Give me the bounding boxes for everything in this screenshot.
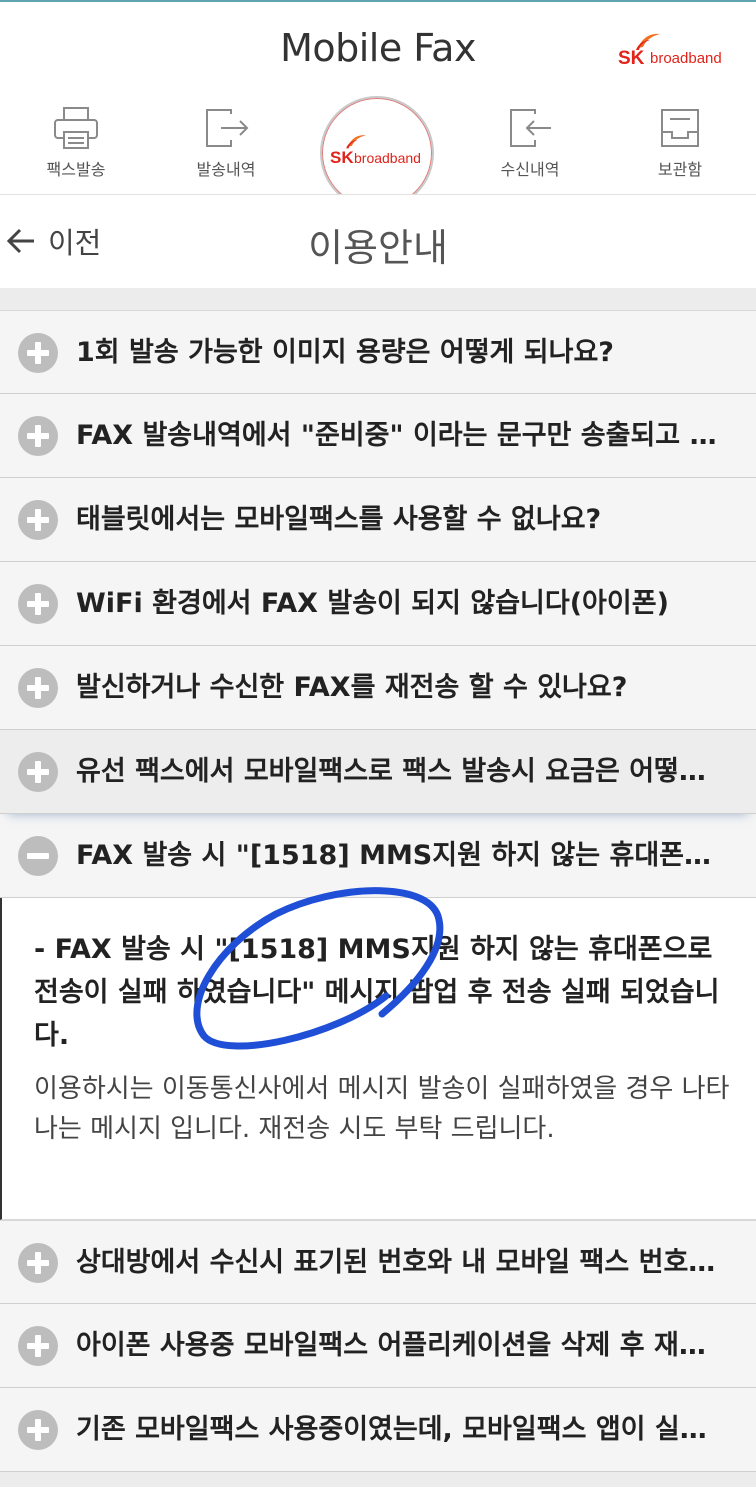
expand-plus-icon (18, 1326, 58, 1366)
center-broadband-text: broadband (354, 150, 421, 166)
nav-label-receive-history: 수신내역 (500, 160, 560, 179)
nav-item-archive[interactable]: 보관함 (620, 106, 740, 186)
answer-body: 이용하시는 이동통신사에서 메시지 발송이 실패하였을 경우 나타나는 메시지 … (34, 1074, 730, 1144)
nav-label-send-history: 발송내역 (196, 160, 256, 179)
expand-plus-icon (18, 752, 58, 792)
expand-plus-icon (18, 1410, 58, 1450)
nav-item-fax-send[interactable]: 팩스발송 (16, 106, 136, 186)
faq-answer: - FAX 발송 시 "[1518] MMS지원 하지 않는 휴대폰으로 전송이… (0, 887, 756, 1220)
faq-question: 유선 팩스에서 모바일팩스로 팩스 발송시 요금은 어떻게 되나요 (76, 756, 726, 787)
faq-item[interactable]: 1회 발송 가능한 이미지 용량은 어떻게 되나요? (0, 310, 756, 394)
brand-sk-text: SK (618, 48, 645, 69)
nav-label-fax-send: 팩스발송 (46, 160, 106, 179)
printer-icon (54, 107, 98, 149)
archive-box-icon (661, 109, 699, 147)
expand-plus-icon (18, 584, 58, 624)
center-sk-text: SK (330, 148, 354, 167)
faq-question: 발신하거나 수신한 FAX를 재전송 할 수 있나요? (76, 672, 628, 703)
nav-label-archive: 보관함 (657, 160, 703, 179)
sk-broadband-logo: SK broadband (618, 30, 728, 70)
page-subheader: 이전 이용안내 (0, 194, 756, 288)
faq-question: FAX 발송내역에서 "준비중" 이라는 문구만 송출되고 있어요 (76, 420, 726, 451)
expand-plus-icon (18, 1243, 58, 1283)
faq-item[interactable]: 태블릿에서는 모바일팩스를 사용할 수 없나요? (0, 478, 756, 562)
send-history-icon (206, 109, 249, 147)
brand-broadband-text: broadband (650, 50, 722, 67)
nav-item-send-history[interactable]: 발송내역 (166, 106, 286, 186)
faq-question: 기존 모바일팩스 사용중이였는데, 모바일팩스 앱이 실행되지 않아요 (76, 1414, 726, 1445)
faq-item-expanded[interactable]: FAX 발송 시 "[1518] MMS지원 하지 않는 휴대폰으로 전송이 실… (0, 814, 756, 898)
faq-question: 태블릿에서는 모바일팩스를 사용할 수 없나요? (76, 504, 602, 535)
faq-question: 상대방에서 수신시 표기된 번호와 내 모바일 팩스 번호가 달라요 (76, 1247, 726, 1278)
app-header: Mobile Fax SK broadband 팩스발송 발송내역 SK bro… (0, 2, 756, 210)
answer-headline: - FAX 발송 시 "[1518] MMS지원 하지 않는 휴대폰으로 전송이… (34, 934, 720, 1051)
nav-center-home-logo[interactable]: SK broadband (320, 96, 434, 210)
faq-item[interactable]: 발신하거나 수신한 FAX를 재전송 할 수 있나요? (0, 646, 756, 730)
expand-plus-icon (18, 500, 58, 540)
faq-question: 아이폰 사용중 모바일팩스 어플리케이션을 삭제 후 재설치 했어요 (76, 1330, 726, 1361)
faq-item[interactable]: 아이폰 사용중 모바일팩스 어플리케이션을 삭제 후 재설치 했어요 (0, 1304, 756, 1388)
faq-item[interactable]: 유선 팩스에서 모바일팩스로 팩스 발송시 요금은 어떻게 되나요 (0, 730, 756, 814)
nav-item-receive-history[interactable]: 수신내역 (470, 106, 590, 186)
expand-plus-icon (18, 416, 58, 456)
faq-question: FAX 발송 시 "[1518] MMS지원 하지 않는 휴대폰으로 전송이 실… (76, 840, 726, 871)
faq-question: WiFi 환경에서 FAX 발송이 되지 않습니다(아이폰) (76, 588, 669, 619)
receive-history-icon (510, 109, 551, 147)
faq-item[interactable]: WiFi 환경에서 FAX 발송이 되지 않습니다(아이폰) (0, 562, 756, 646)
expand-plus-icon (18, 333, 58, 373)
expand-plus-icon (18, 668, 58, 708)
list-spacer (0, 288, 756, 310)
faq-item[interactable]: FAX 발송내역에서 "준비중" 이라는 문구만 송출되고 있어요 (0, 394, 756, 478)
faq-question: 1회 발송 가능한 이미지 용량은 어떻게 되나요? (76, 337, 614, 368)
collapse-minus-icon (18, 836, 58, 876)
page-title: 이용안내 (308, 226, 448, 270)
faq-item[interactable]: 기존 모바일팩스 사용중이였는데, 모바일팩스 앱이 실행되지 않아요 (0, 1388, 756, 1472)
main-nav: 팩스발송 발송내역 SK broadband 수신내역 보관함 (0, 94, 756, 210)
faq-list: 1회 발송 가능한 이미지 용량은 어떻게 되나요? FAX 발송내역에서 "준… (0, 288, 756, 1472)
faq-item[interactable]: 상대방에서 수신시 표기된 번호와 내 모바일 팩스 번호가 달라요 (0, 1220, 756, 1304)
